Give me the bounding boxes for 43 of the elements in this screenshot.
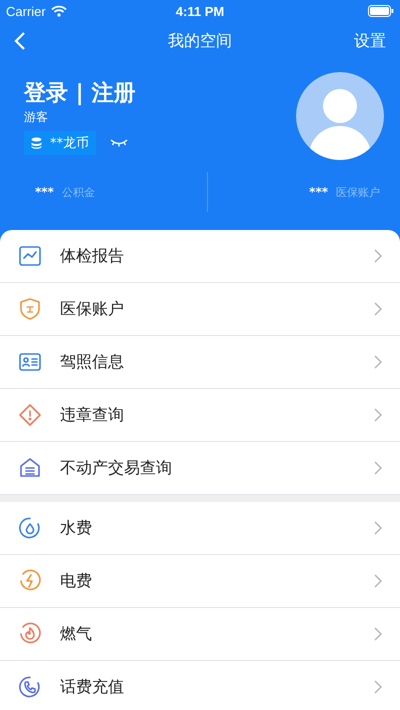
phone-icon bbox=[18, 675, 42, 699]
masked-value: *** bbox=[35, 185, 54, 199]
avatar-icon[interactable] bbox=[296, 72, 384, 160]
eye-closed-icon[interactable] bbox=[110, 138, 128, 148]
page-title: 我的空间 bbox=[168, 30, 232, 52]
chevron-icon bbox=[374, 680, 382, 694]
flame-icon bbox=[18, 622, 42, 646]
chevron-icon bbox=[374, 302, 382, 316]
coin-stack-icon bbox=[31, 137, 42, 149]
menu-item[interactable]: 燃气 bbox=[0, 608, 400, 661]
chevron-icon bbox=[374, 249, 382, 263]
menu-item[interactable]: 体检报告 bbox=[0, 230, 400, 283]
status-time: 4:11 PM bbox=[176, 4, 224, 18]
chevron-icon bbox=[374, 355, 382, 369]
coin-amount: **龙币 bbox=[50, 135, 89, 152]
chevron-icon bbox=[374, 627, 382, 641]
card-icon bbox=[18, 350, 42, 374]
login-register-link[interactable]: 登录 | 注册 bbox=[24, 78, 136, 108]
warning-icon bbox=[18, 403, 42, 427]
menu-item[interactable]: 违章查询 bbox=[0, 389, 400, 442]
chevron-icon bbox=[374, 521, 382, 535]
bolt-icon bbox=[18, 569, 42, 593]
water-icon bbox=[18, 516, 42, 540]
chevron-icon bbox=[374, 408, 382, 422]
chart-icon bbox=[18, 244, 42, 268]
carrier-label: Carrier bbox=[6, 4, 46, 18]
back-icon[interactable] bbox=[14, 31, 26, 51]
menu-item[interactable]: 电费 bbox=[0, 555, 400, 608]
house-icon bbox=[18, 456, 42, 480]
menu-item[interactable]: 话费充值 bbox=[0, 661, 400, 710]
stat-label: 医保账户 bbox=[336, 184, 380, 200]
masked-value: *** bbox=[309, 185, 328, 199]
shield-icon bbox=[18, 297, 42, 321]
menu-item[interactable]: 医保账户 bbox=[0, 283, 400, 336]
battery-icon bbox=[368, 5, 394, 17]
stat-label: 公积金 bbox=[62, 184, 95, 200]
chevron-icon bbox=[374, 461, 382, 475]
settings-button[interactable]: 设置 bbox=[354, 30, 386, 52]
chevron-icon bbox=[374, 574, 382, 588]
wifi-icon bbox=[50, 5, 67, 17]
user-role: 游客 bbox=[24, 109, 49, 126]
menu-item[interactable]: 驾照信息 bbox=[0, 336, 400, 389]
menu-item[interactable]: 水费 bbox=[0, 502, 400, 555]
